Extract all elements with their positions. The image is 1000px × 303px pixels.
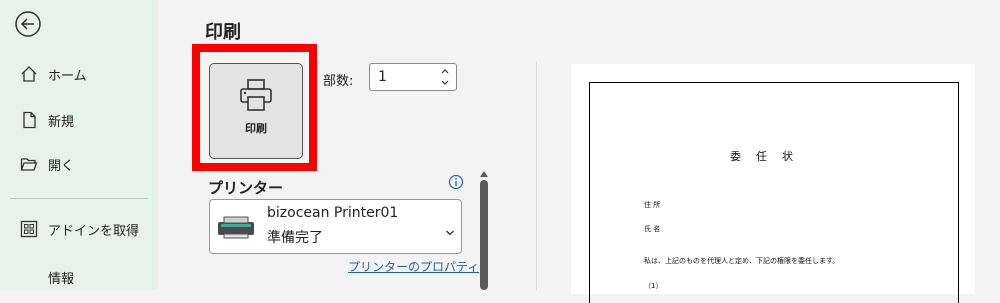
printer-icon <box>238 78 274 112</box>
preview-body: 私は、上記のものを代理人と定め、下記の権限を委任します。 <box>644 257 840 265</box>
printer-heading: プリンター <box>208 179 284 197</box>
sidebar-item-new[interactable]: 新規 <box>0 103 158 137</box>
copies-label: 部数: <box>323 74 354 89</box>
spin-arrows-icon[interactable] <box>440 66 450 88</box>
sidebar-item-label: アドインを取得 <box>48 223 140 239</box>
printer-device-icon <box>216 214 256 240</box>
addins-grid-icon <box>20 220 38 238</box>
sidebar-item-label: 開く <box>48 158 75 174</box>
print-button-label: 印刷 <box>245 122 267 135</box>
preview-border <box>589 82 959 303</box>
info-icon[interactable] <box>448 174 464 190</box>
back-arrow-icon[interactable] <box>14 10 42 38</box>
sidebar-item-get-addins[interactable]: アドインを取得 <box>0 212 158 246</box>
chevron-down-icon <box>445 222 455 236</box>
new-document-icon <box>20 111 38 129</box>
sidebar-item-label: 新規 <box>48 114 75 130</box>
print-button[interactable]: 印刷 <box>209 63 303 159</box>
preview-title: 委 任 状 <box>730 150 795 163</box>
sidebar-item-open[interactable]: 開く <box>0 147 158 181</box>
printer-dropdown[interactable]: bizocean Printer01 準備完了 <box>209 199 462 254</box>
backstage-sidebar: ホーム 新規 開く アドインを取得 情報 <box>0 0 158 290</box>
sidebar-item-info[interactable]: 情報 <box>0 260 158 294</box>
sidebar-divider <box>10 198 148 199</box>
sidebar-item-label: 情報 <box>48 271 75 287</box>
page-title: 印刷 <box>205 22 241 43</box>
preview-address: 住 所 <box>644 201 661 209</box>
scrollbar-thumb[interactable] <box>480 180 488 290</box>
copies-value: 1 <box>378 69 387 85</box>
copies-stepper[interactable]: 1 <box>369 63 457 91</box>
preview-name: 氏 名 <box>644 225 661 233</box>
sidebar-item-label: ホーム <box>48 68 87 84</box>
sidebar-item-home[interactable]: ホーム <box>0 57 158 91</box>
printer-status: 準備完了 <box>267 230 323 246</box>
folder-open-icon <box>20 155 38 173</box>
panel-divider <box>536 62 537 290</box>
printer-name: bizocean Printer01 <box>267 205 399 221</box>
printer-properties-link[interactable]: プリンターのプロパティ <box>348 258 479 275</box>
home-icon <box>20 65 38 83</box>
